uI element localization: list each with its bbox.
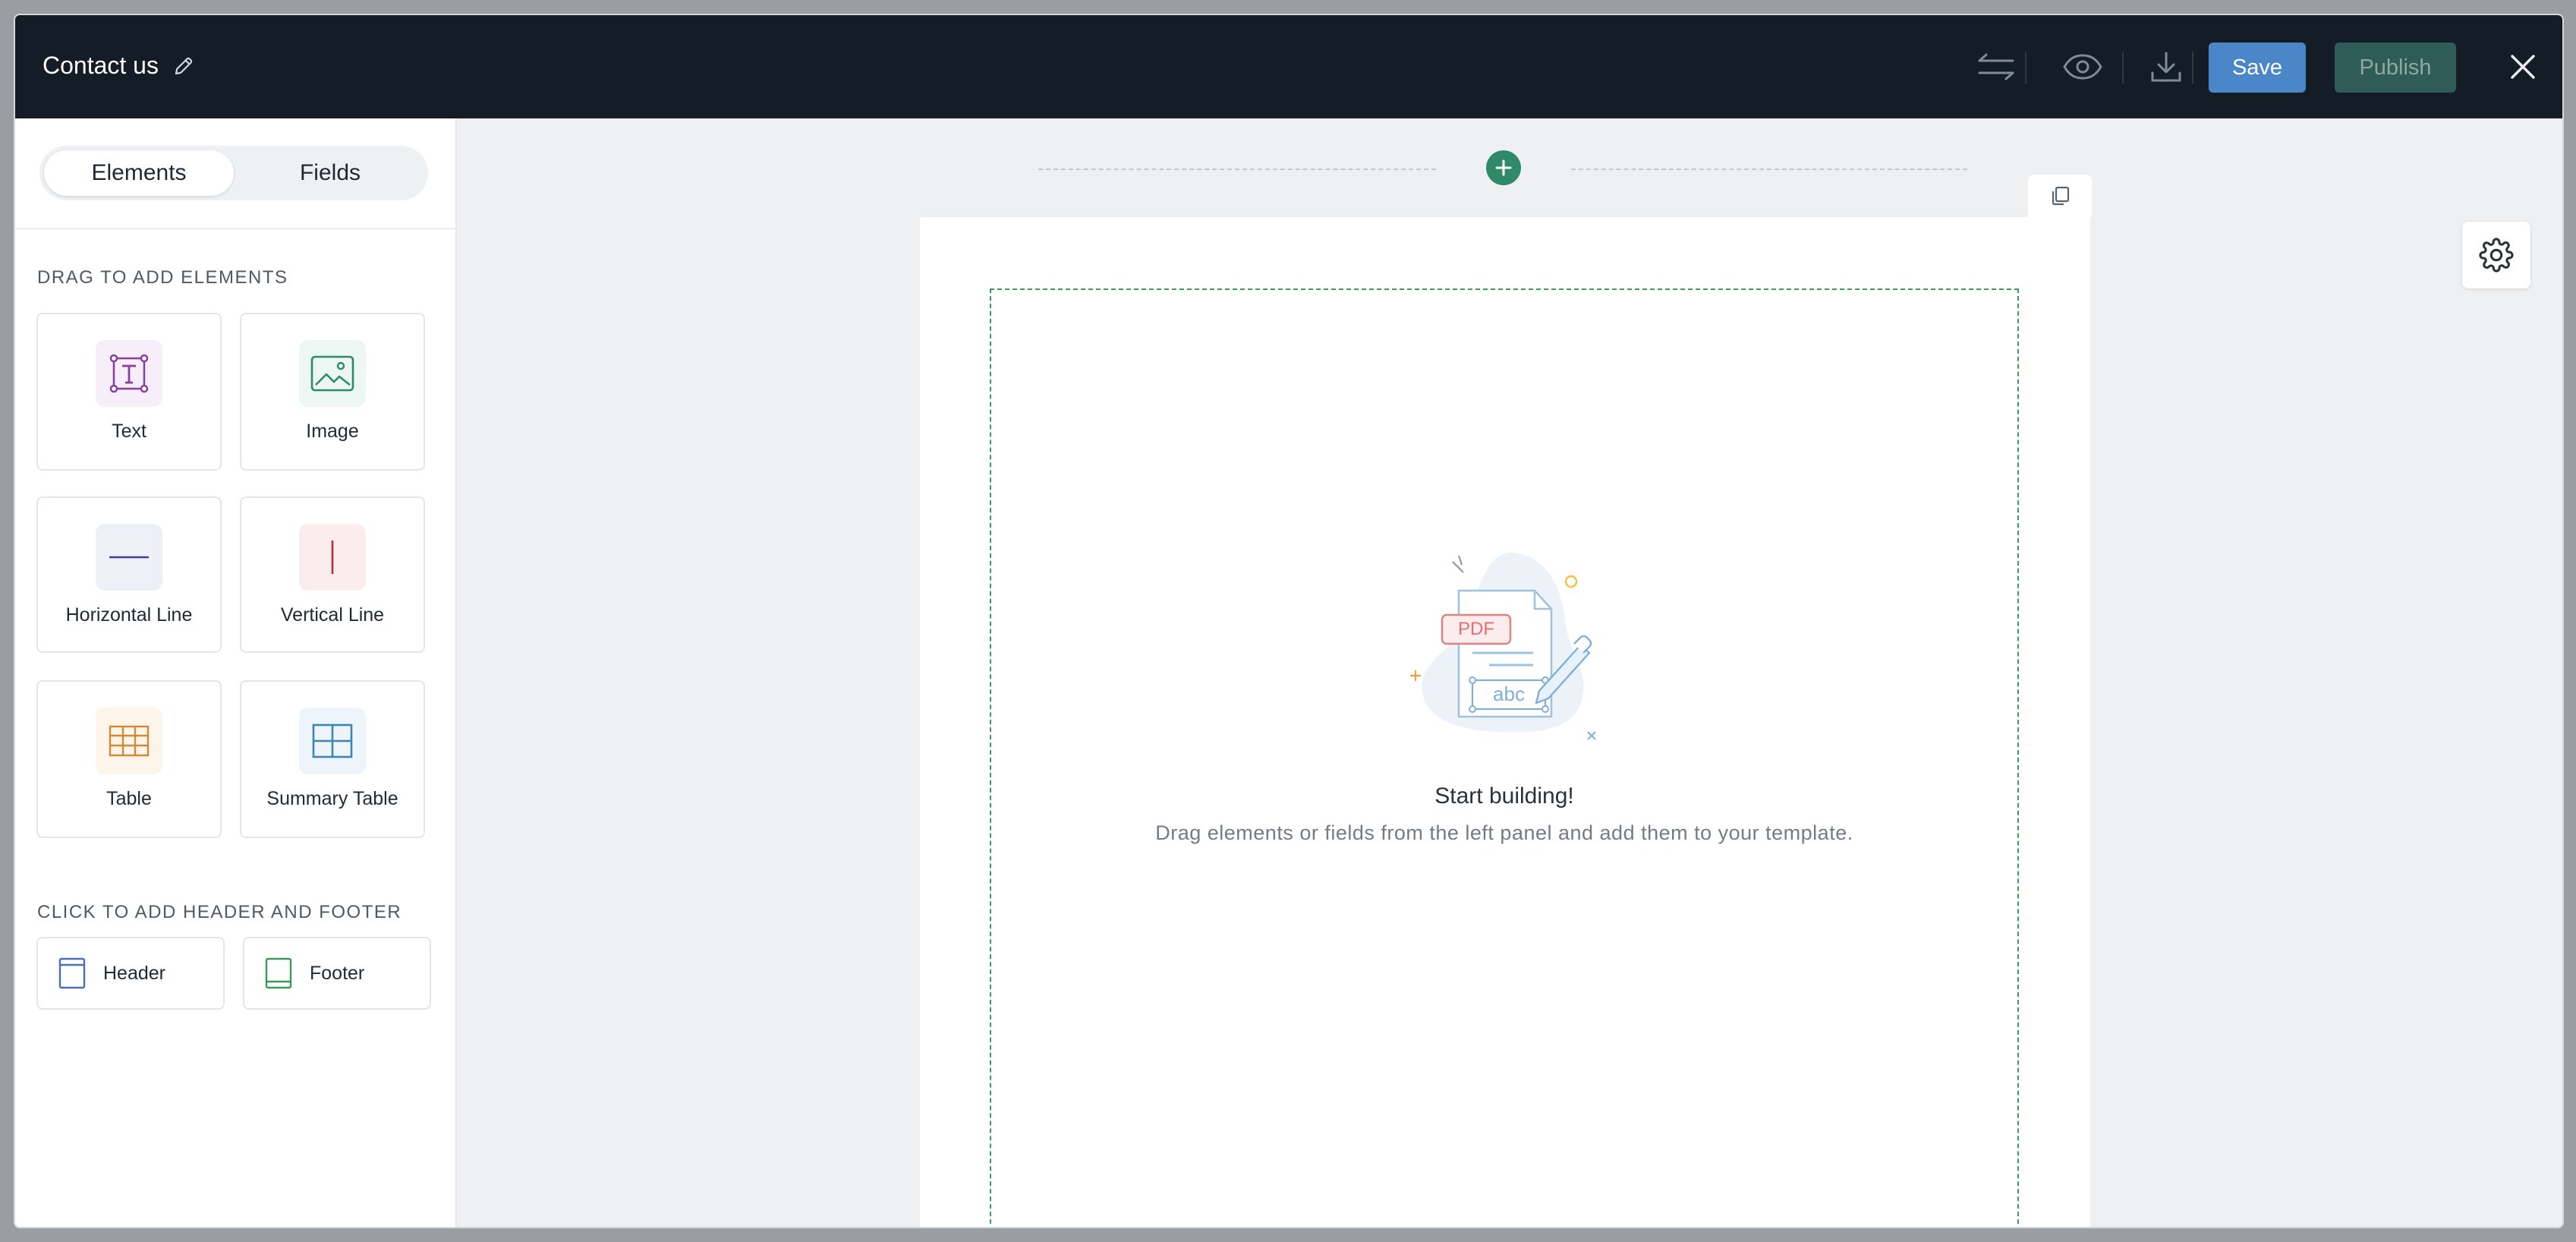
element-card-horizontal-line[interactable]: Horizontal Line — [36, 496, 222, 653]
add-footer-button[interactable]: Footer — [243, 937, 431, 1010]
header-icon — [58, 957, 86, 989]
element-card-label: Summary Table — [266, 788, 398, 809]
copy-page-button[interactable] — [2028, 175, 2092, 217]
add-header-button[interactable]: Header — [36, 937, 225, 1010]
tab-elements[interactable]: Elements — [44, 150, 234, 196]
save-button[interactable]: Save — [2209, 43, 2306, 93]
add-footer-label: Footer — [310, 962, 365, 984]
panel-divider — [15, 228, 455, 229]
copy-icon — [2052, 186, 2070, 206]
top-bar: Contact us Save Publish — [15, 15, 2562, 118]
image-icon — [299, 340, 366, 407]
table-icon — [96, 708, 162, 774]
horizontal-line-icon — [96, 524, 162, 591]
drop-zone[interactable]: PDF abc Start building! Drag elements or… — [990, 288, 2019, 1227]
template-title-group: Contact us — [43, 52, 195, 80]
plus-icon — [1495, 159, 1512, 176]
add-section-button[interactable] — [1486, 150, 1521, 185]
summary-table-icon — [299, 708, 366, 774]
eye-icon[interactable] — [2061, 47, 2104, 87]
gear-icon — [2479, 238, 2514, 273]
footer-icon — [265, 957, 292, 989]
add-section-divider-left — [1038, 169, 1436, 170]
element-card-table[interactable]: Table — [36, 680, 222, 838]
left-panel: Elements Fields DRAG TO ADD ELEMENTS Tex… — [15, 118, 457, 1227]
toolbar-separator — [2192, 52, 2193, 84]
elements-heading: DRAG TO ADD ELEMENTS — [37, 267, 288, 288]
template-page: PDF abc Start building! Drag elements or… — [920, 217, 2090, 1227]
page-settings-button[interactable] — [2462, 222, 2530, 288]
empty-state-subtitle: Drag elements or fields from the left pa… — [1155, 821, 1853, 844]
add-section-divider-right — [1571, 169, 1967, 170]
element-card-summary-table[interactable]: Summary Table — [240, 680, 425, 838]
template-title: Contact us — [43, 52, 159, 79]
element-card-label: Image — [306, 421, 359, 442]
swap-arrows-icon[interactable] — [1975, 47, 2017, 87]
element-card-label: Text — [112, 421, 146, 442]
publish-button[interactable]: Publish — [2335, 43, 2456, 93]
vertical-line-icon — [299, 524, 366, 591]
header-footer-heading: CLICK TO ADD HEADER AND FOOTER — [37, 902, 402, 922]
toolbar-separator — [2025, 52, 2026, 84]
edit-icon[interactable] — [172, 55, 195, 77]
panel-tabs: Elements Fields — [39, 146, 428, 200]
empty-state-title: Start building! — [1434, 783, 1574, 809]
element-card-label: Table — [106, 788, 152, 809]
toolbar-separator — [2122, 52, 2124, 84]
element-card-image[interactable]: Image — [240, 313, 425, 471]
empty-state-illustration-icon: PDF abc — [1410, 552, 1596, 740]
close-icon[interactable] — [2502, 47, 2544, 87]
pdf-label: PDF — [1458, 619, 1494, 639]
template-builder-modal: Contact us Save Publish Elements Fields — [15, 15, 2562, 1227]
tab-fields[interactable]: Fields — [235, 150, 425, 196]
text-icon — [96, 340, 162, 407]
abc-label: abc — [1493, 682, 1525, 705]
element-card-text[interactable]: Text — [36, 313, 222, 471]
add-header-label: Header — [103, 962, 165, 984]
element-card-vertical-line[interactable]: Vertical Line — [240, 496, 425, 653]
element-card-label: Horizontal Line — [65, 604, 193, 626]
download-icon[interactable] — [2145, 47, 2187, 87]
element-card-label: Vertical Line — [280, 604, 385, 626]
